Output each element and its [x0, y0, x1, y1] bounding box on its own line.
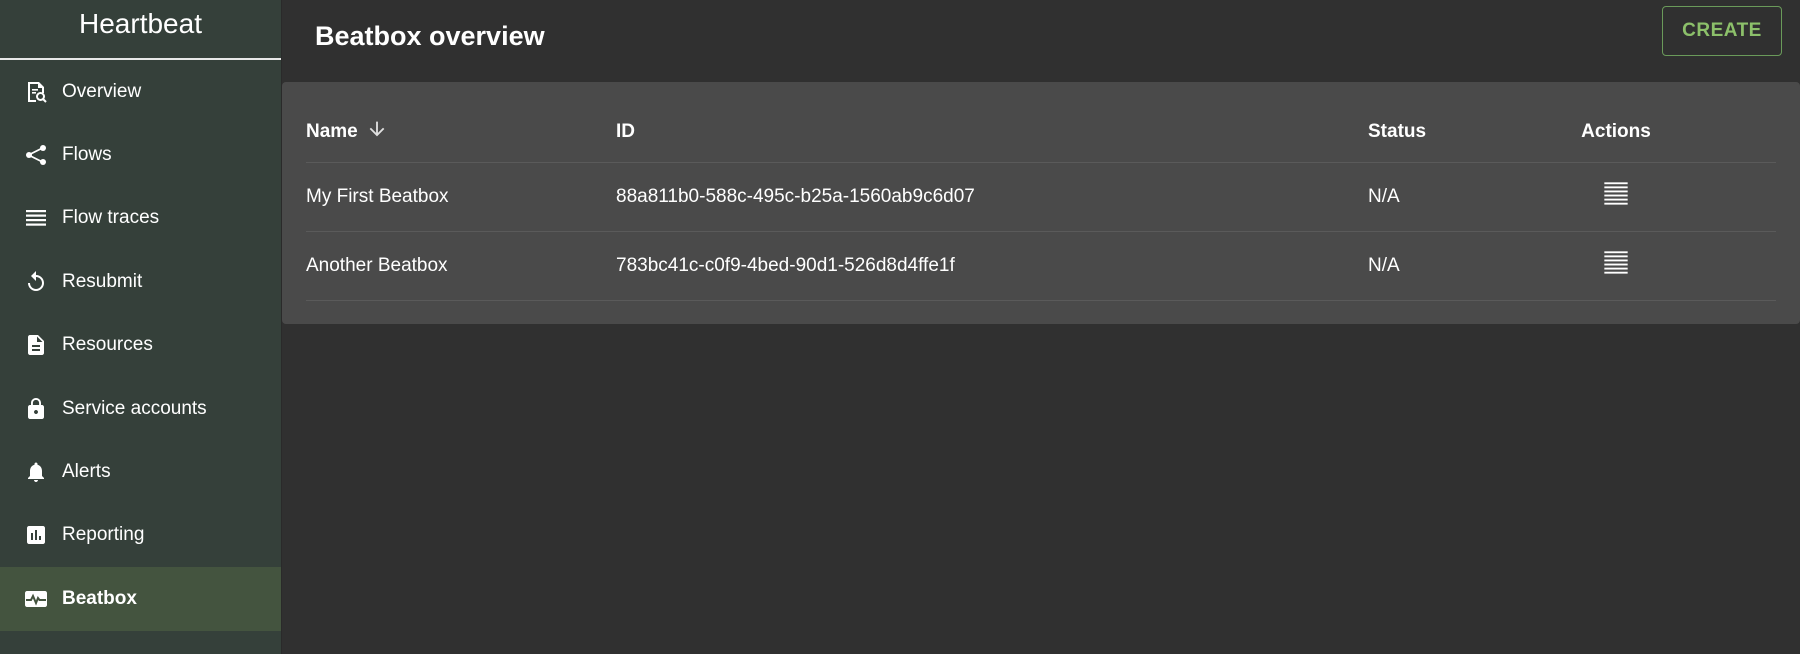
cell-name: My First Beatbox [306, 162, 616, 232]
column-header-actions: Actions [1571, 82, 1661, 163]
cell-status: N/A [1368, 231, 1571, 301]
sidebar-item-service-accounts[interactable]: Service accounts [0, 377, 281, 440]
cell-spacer [1661, 231, 1776, 301]
bell-icon [24, 460, 48, 484]
column-header-label: Name [306, 120, 358, 142]
sidebar: Heartbeat Overview Flows Flow traces Res… [0, 0, 282, 654]
sidebar-item-label: Alerts [62, 461, 111, 483]
cell-status: N/A [1368, 162, 1571, 232]
column-header-id: ID [616, 82, 1368, 163]
sidebar-item-label: Reporting [62, 524, 145, 546]
app-root: Heartbeat Overview Flows Flow traces Res… [0, 0, 1800, 654]
details-icon[interactable] [1602, 249, 1630, 277]
sidebar-item-resources[interactable]: Resources [0, 314, 281, 377]
cell-id: 88a811b0-588c-495c-b25a-1560ab9c6d07 [616, 162, 1368, 232]
refresh-icon [24, 270, 48, 294]
lock-icon [24, 397, 48, 421]
sidebar-item-flows[interactable]: Flows [0, 123, 281, 186]
column-header-spacer [1661, 82, 1776, 163]
beatbox-table: Name ID Status Actions My First Beatbox … [306, 82, 1776, 301]
share-icon [24, 143, 48, 167]
arrow-down-icon[interactable] [366, 118, 388, 146]
sidebar-item-label: Service accounts [62, 397, 207, 419]
main-content: Beatbox overview CREATE Name ID Status A… [282, 0, 1800, 654]
cell-actions [1571, 162, 1661, 232]
sidebar-item-reporting[interactable]: Reporting [0, 504, 281, 567]
sidebar-item-label: Beatbox [62, 587, 137, 609]
cell-name: Another Beatbox [306, 231, 616, 301]
overview-icon [24, 80, 48, 104]
sidebar-item-label: Resubmit [62, 270, 143, 292]
cell-actions [1571, 231, 1661, 301]
cell-spacer [1661, 162, 1776, 232]
sidebar-item-beatbox[interactable]: Beatbox [0, 567, 281, 631]
page-header: Beatbox overview CREATE [282, 0, 1800, 82]
sidebar-item-alerts[interactable]: Alerts [0, 440, 281, 503]
sidebar-nav: Overview Flows Flow traces Resubmit Reso… [0, 60, 281, 631]
sidebar-item-label: Flow traces [62, 207, 160, 229]
app-title: Heartbeat [0, 0, 281, 60]
heartbeat-icon [24, 587, 48, 611]
column-header-status: Status [1368, 82, 1571, 163]
sidebar-item-label: Resources [62, 334, 153, 356]
document-icon [24, 333, 48, 357]
table-row: Another Beatbox 783bc41c-c0f9-4bed-90d1-… [306, 231, 1776, 301]
table-row: My First Beatbox 88a811b0-588c-495c-b25a… [306, 162, 1776, 232]
bar-chart-icon [24, 523, 48, 547]
beatbox-table-panel: Name ID Status Actions My First Beatbox … [282, 82, 1800, 324]
list-icon [24, 206, 48, 230]
details-icon[interactable] [1602, 180, 1630, 208]
create-button[interactable]: CREATE [1662, 6, 1782, 56]
sidebar-item-flow-traces[interactable]: Flow traces [0, 187, 281, 250]
table-header-row: Name ID Status Actions [306, 82, 1776, 163]
cell-id: 783bc41c-c0f9-4bed-90d1-526d8d4ffe1f [616, 231, 1368, 301]
sidebar-item-overview[interactable]: Overview [0, 60, 281, 123]
sidebar-item-label: Flows [62, 144, 112, 166]
sidebar-item-label: Overview [62, 80, 142, 102]
page-title: Beatbox overview [315, 20, 545, 51]
column-header-name[interactable]: Name [306, 82, 616, 163]
sidebar-item-resubmit[interactable]: Resubmit [0, 250, 281, 313]
